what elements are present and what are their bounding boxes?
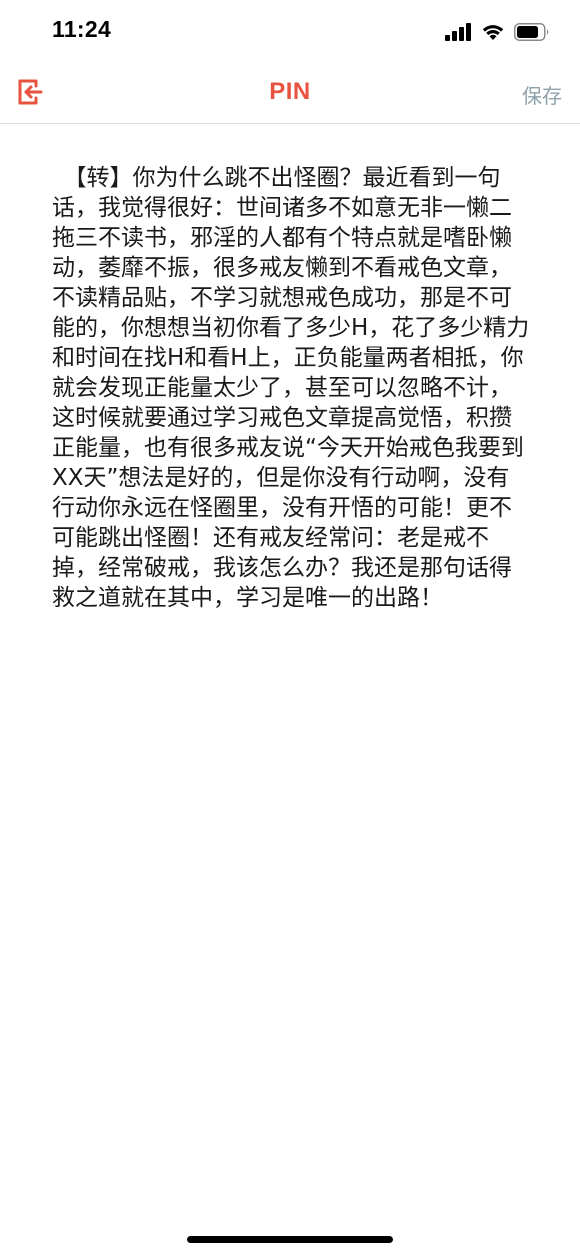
navigation-bar: PIN 保存 xyxy=(0,62,580,124)
status-bar: 11:24 xyxy=(0,0,580,62)
article-text: 【转】你为什么跳不出怪圈？最近看到一句话，我觉得很好：世间诸多不如意无非一懒二拖… xyxy=(52,165,530,611)
wifi-icon xyxy=(482,25,504,40)
status-time: 11:24 xyxy=(52,16,112,42)
save-button[interactable]: 保存 xyxy=(522,80,562,109)
battery-icon xyxy=(514,23,549,41)
cellular-signal-icon xyxy=(445,23,471,41)
page-title: PIN xyxy=(269,78,311,105)
status-icons xyxy=(445,20,550,44)
home-indicator[interactable] xyxy=(187,1236,393,1243)
